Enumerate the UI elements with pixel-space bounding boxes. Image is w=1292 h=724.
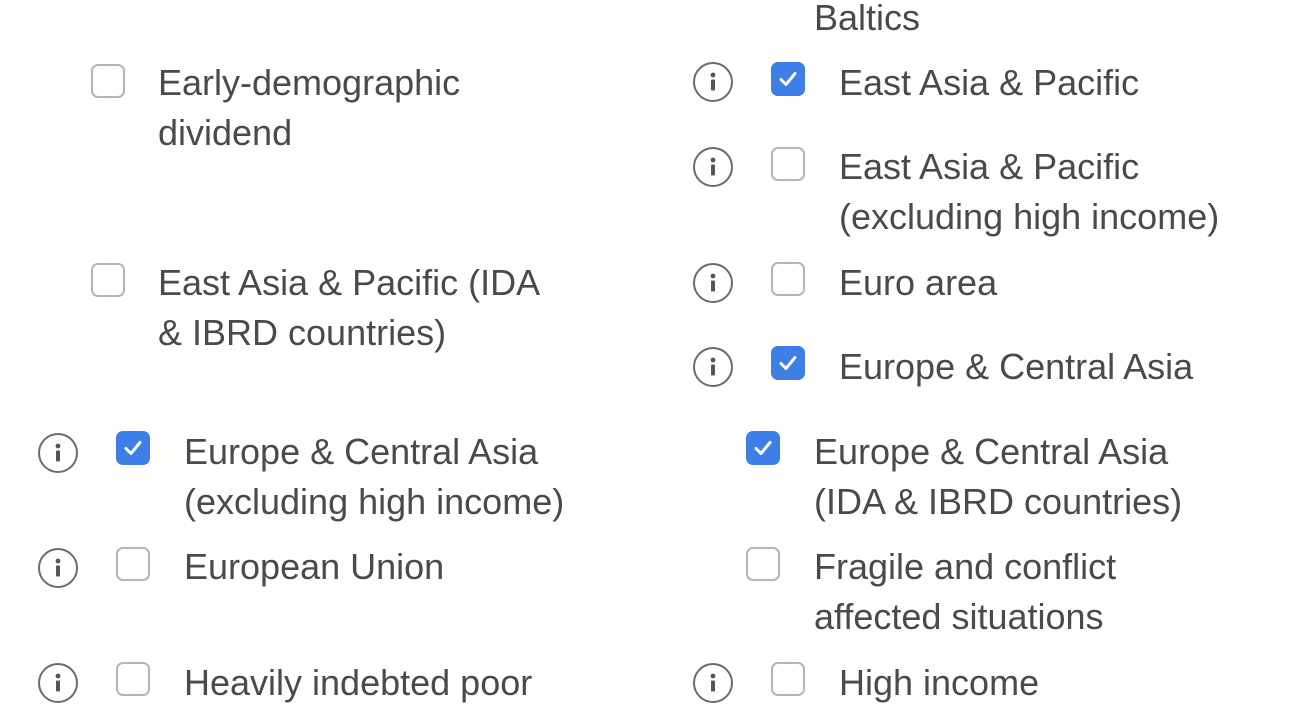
checkbox-east-asia-pacific[interactable] xyxy=(771,62,805,96)
checkbox-east-asia-pacific-excl-high-income[interactable] xyxy=(771,147,805,181)
checkbox-european-union[interactable] xyxy=(116,547,150,581)
list-item-fragment-baltics: Baltics xyxy=(814,0,921,38)
label-line: affected situations xyxy=(814,596,1104,637)
label-line: dividend xyxy=(158,112,293,153)
info-icon[interactable] xyxy=(38,433,78,473)
label-east-asia-pacific-ida-ibrd: East Asia & Pacific (IDA & IBRD countrie… xyxy=(158,258,540,358)
checkmark-icon xyxy=(779,72,797,86)
label-line: (excluding high income) xyxy=(184,481,565,522)
label-heavily-indebted-poor: Heavily indebted poor xyxy=(184,658,532,708)
checkmark-icon xyxy=(124,441,142,455)
label-europe-central-asia-excl-high-income: Europe & Central Asia (excluding high in… xyxy=(184,427,564,527)
checkbox-europe-central-asia-ida-ibrd[interactable] xyxy=(746,431,780,465)
label-line: East Asia & Pacific xyxy=(839,62,1140,103)
info-icon[interactable] xyxy=(693,663,733,703)
info-icon[interactable] xyxy=(38,548,78,588)
label-early-demographic-dividend: Early-demographic dividend xyxy=(158,58,460,158)
info-icon[interactable] xyxy=(693,147,733,187)
checkmark-icon xyxy=(754,441,772,455)
label-line: (IDA & IBRD countries) xyxy=(814,481,1183,522)
label-fragile-conflict: Fragile and conflict affected situations xyxy=(814,542,1116,642)
checkbox-europe-central-asia-excl-high-income[interactable] xyxy=(116,431,150,465)
label-line: Early-demographic xyxy=(158,62,461,103)
label-line: East Asia & Pacific xyxy=(839,146,1140,187)
label-east-asia-pacific: East Asia & Pacific xyxy=(839,58,1139,108)
label-line: High income xyxy=(839,662,1040,703)
checkbox-europe-central-asia[interactable] xyxy=(771,346,805,380)
label-line: Europe & Central Asia xyxy=(839,346,1194,387)
info-icon[interactable] xyxy=(693,347,733,387)
label-east-asia-pacific-excl-high-income: East Asia & Pacific (excluding high inco… xyxy=(839,142,1219,242)
checkbox-euro-area[interactable] xyxy=(771,262,805,296)
label-line: European Union xyxy=(184,546,445,587)
info-icon[interactable] xyxy=(38,663,78,703)
info-icon[interactable] xyxy=(693,62,733,102)
checkbox-fragile-conflict[interactable] xyxy=(746,547,780,581)
checkbox-heavily-indebted-poor[interactable] xyxy=(116,662,150,696)
label-line: East Asia & Pacific (IDA xyxy=(158,262,541,303)
checkbox-early-demographic-dividend[interactable] xyxy=(91,64,125,98)
checkbox-high-income[interactable] xyxy=(771,662,805,696)
label-line: Heavily indebted poor xyxy=(184,662,533,703)
label-line: Europe & Central Asia xyxy=(184,431,539,472)
checkmark-icon xyxy=(779,356,797,370)
label-line: Europe & Central Asia xyxy=(814,431,1169,472)
label-european-union: European Union xyxy=(184,542,444,592)
label-line: (excluding high income) xyxy=(839,196,1220,237)
checkbox-east-asia-pacific-ida-ibrd[interactable] xyxy=(91,263,125,297)
label-high-income: High income xyxy=(839,658,1039,708)
label-europe-central-asia: Europe & Central Asia xyxy=(839,342,1193,392)
info-icon[interactable] xyxy=(693,263,733,303)
label-euro-area: Euro area xyxy=(839,258,997,308)
label-line: Euro area xyxy=(839,262,998,303)
label-line: Fragile and conflict xyxy=(814,546,1117,587)
label-line: & IBRD countries) xyxy=(158,312,447,353)
label-europe-central-asia-ida-ibrd: Europe & Central Asia (IDA & IBRD countr… xyxy=(814,427,1182,527)
